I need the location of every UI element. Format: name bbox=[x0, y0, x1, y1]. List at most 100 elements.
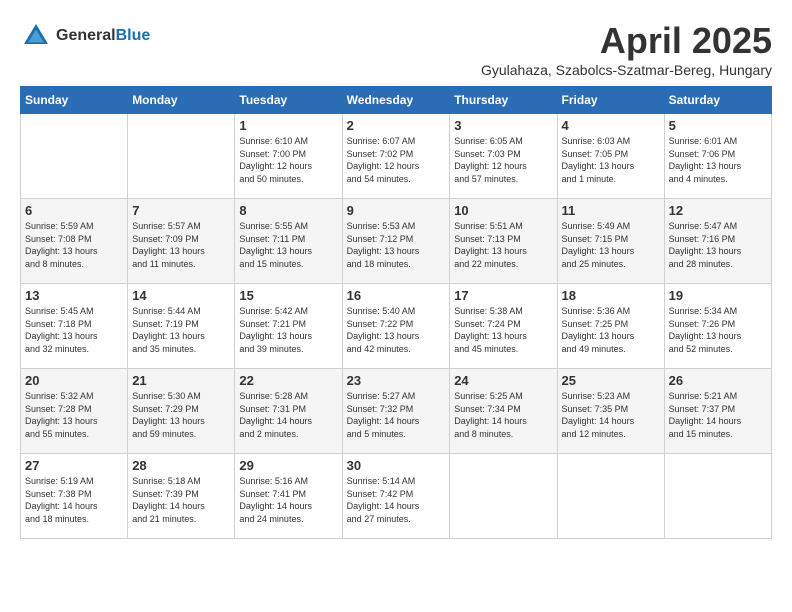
day-number: 1 bbox=[239, 118, 337, 133]
day-info: Sunrise: 5:42 AM Sunset: 7:21 PM Dayligh… bbox=[239, 305, 337, 355]
weekday-header-saturday: Saturday bbox=[664, 87, 771, 114]
day-number: 30 bbox=[347, 458, 446, 473]
day-info: Sunrise: 5:57 AM Sunset: 7:09 PM Dayligh… bbox=[132, 220, 230, 270]
day-number: 21 bbox=[132, 373, 230, 388]
week-row-3: 13 Sunrise: 5:45 AM Sunset: 7:18 PM Dayli… bbox=[21, 284, 772, 369]
day-info: Sunrise: 6:01 AM Sunset: 7:06 PM Dayligh… bbox=[669, 135, 767, 185]
day-info: Sunrise: 5:47 AM Sunset: 7:16 PM Dayligh… bbox=[669, 220, 767, 270]
day-info: Sunrise: 5:59 AM Sunset: 7:08 PM Dayligh… bbox=[25, 220, 123, 270]
day-info: Sunrise: 5:53 AM Sunset: 7:12 PM Dayligh… bbox=[347, 220, 446, 270]
calendar-cell: 12 Sunrise: 5:47 AM Sunset: 7:16 PM Dayli… bbox=[664, 199, 771, 284]
calendar-cell: 13 Sunrise: 5:45 AM Sunset: 7:18 PM Dayli… bbox=[21, 284, 128, 369]
day-info: Sunrise: 5:19 AM Sunset: 7:38 PM Dayligh… bbox=[25, 475, 123, 525]
day-info: Sunrise: 5:21 AM Sunset: 7:37 PM Dayligh… bbox=[669, 390, 767, 440]
calendar-cell: 20 Sunrise: 5:32 AM Sunset: 7:28 PM Dayli… bbox=[21, 369, 128, 454]
calendar-cell: 30Sunrise: 5:14 AM Sunset: 7:42 PM Dayli… bbox=[342, 454, 450, 539]
calendar-cell: 24 Sunrise: 5:25 AM Sunset: 7:34 PM Dayli… bbox=[450, 369, 557, 454]
logo: General Blue bbox=[20, 20, 150, 52]
day-info: Sunrise: 5:28 AM Sunset: 7:31 PM Dayligh… bbox=[239, 390, 337, 440]
day-info: Sunrise: 6:05 AM Sunset: 7:03 PM Dayligh… bbox=[454, 135, 552, 185]
week-row-1: 1Sunrise: 6:10 AM Sunset: 7:00 PM Daylig… bbox=[21, 114, 772, 199]
day-number: 4 bbox=[562, 118, 660, 133]
calendar-cell: 6Sunrise: 5:59 AM Sunset: 7:08 PM Daylig… bbox=[21, 199, 128, 284]
day-number: 2 bbox=[347, 118, 446, 133]
location-subtitle: Gyulahaza, Szabolcs-Szatmar-Bereg, Hunga… bbox=[481, 62, 772, 78]
week-row-5: 27 Sunrise: 5:19 AM Sunset: 7:38 PM Dayli… bbox=[21, 454, 772, 539]
day-info: Sunrise: 5:18 AM Sunset: 7:39 PM Dayligh… bbox=[132, 475, 230, 525]
day-info: Sunrise: 6:07 AM Sunset: 7:02 PM Dayligh… bbox=[347, 135, 446, 185]
day-number: 13 bbox=[25, 288, 123, 303]
calendar-cell: 10 Sunrise: 5:51 AM Sunset: 7:13 PM Dayli… bbox=[450, 199, 557, 284]
day-info: Sunrise: 5:55 AM Sunset: 7:11 PM Dayligh… bbox=[239, 220, 337, 270]
day-info: Sunrise: 5:44 AM Sunset: 7:19 PM Dayligh… bbox=[132, 305, 230, 355]
calendar-cell bbox=[21, 114, 128, 199]
weekday-header-row: SundayMondayTuesdayWednesdayThursdayFrid… bbox=[21, 87, 772, 114]
calendar-cell: 9Sunrise: 5:53 AM Sunset: 7:12 PM Daylig… bbox=[342, 199, 450, 284]
day-info: Sunrise: 5:40 AM Sunset: 7:22 PM Dayligh… bbox=[347, 305, 446, 355]
calendar-cell: 3 Sunrise: 6:05 AM Sunset: 7:03 PM Daylig… bbox=[450, 114, 557, 199]
day-number: 5 bbox=[669, 118, 767, 133]
calendar-cell: 22 Sunrise: 5:28 AM Sunset: 7:31 PM Dayli… bbox=[235, 369, 342, 454]
logo-general: General bbox=[56, 27, 116, 45]
day-number: 14 bbox=[132, 288, 230, 303]
calendar-cell: 2 Sunrise: 6:07 AM Sunset: 7:02 PM Daylig… bbox=[342, 114, 450, 199]
title-area: April 2025 Gyulahaza, Szabolcs-Szatmar-B… bbox=[481, 20, 772, 78]
day-info: Sunrise: 5:34 AM Sunset: 7:26 PM Dayligh… bbox=[669, 305, 767, 355]
day-info: Sunrise: 5:36 AM Sunset: 7:25 PM Dayligh… bbox=[562, 305, 660, 355]
calendar-cell: 7Sunrise: 5:57 AM Sunset: 7:09 PM Daylig… bbox=[128, 199, 235, 284]
calendar-cell: 28Sunrise: 5:18 AM Sunset: 7:39 PM Dayli… bbox=[128, 454, 235, 539]
day-number: 20 bbox=[25, 373, 123, 388]
day-info: Sunrise: 5:32 AM Sunset: 7:28 PM Dayligh… bbox=[25, 390, 123, 440]
calendar-table: SundayMondayTuesdayWednesdayThursdayFrid… bbox=[20, 86, 772, 539]
weekday-header-friday: Friday bbox=[557, 87, 664, 114]
day-info: Sunrise: 5:38 AM Sunset: 7:24 PM Dayligh… bbox=[454, 305, 552, 355]
day-info: Sunrise: 5:16 AM Sunset: 7:41 PM Dayligh… bbox=[239, 475, 337, 525]
day-number: 18 bbox=[562, 288, 660, 303]
day-info: Sunrise: 5:23 AM Sunset: 7:35 PM Dayligh… bbox=[562, 390, 660, 440]
day-number: 24 bbox=[454, 373, 552, 388]
day-number: 29 bbox=[239, 458, 337, 473]
calendar-cell: 27 Sunrise: 5:19 AM Sunset: 7:38 PM Dayli… bbox=[21, 454, 128, 539]
weekday-header-tuesday: Tuesday bbox=[235, 87, 342, 114]
calendar-cell: 8 Sunrise: 5:55 AM Sunset: 7:11 PM Daylig… bbox=[235, 199, 342, 284]
calendar-cell: 18 Sunrise: 5:36 AM Sunset: 7:25 PM Dayli… bbox=[557, 284, 664, 369]
week-row-2: 6Sunrise: 5:59 AM Sunset: 7:08 PM Daylig… bbox=[21, 199, 772, 284]
page-header: General Blue April 2025 Gyulahaza, Szabo… bbox=[20, 20, 772, 78]
day-number: 11 bbox=[562, 203, 660, 218]
calendar-cell bbox=[450, 454, 557, 539]
day-info: Sunrise: 5:45 AM Sunset: 7:18 PM Dayligh… bbox=[25, 305, 123, 355]
calendar-cell: 25 Sunrise: 5:23 AM Sunset: 7:35 PM Dayli… bbox=[557, 369, 664, 454]
day-number: 16 bbox=[347, 288, 446, 303]
day-info: Sunrise: 5:25 AM Sunset: 7:34 PM Dayligh… bbox=[454, 390, 552, 440]
calendar-cell bbox=[128, 114, 235, 199]
weekday-header-sunday: Sunday bbox=[21, 87, 128, 114]
day-number: 3 bbox=[454, 118, 552, 133]
calendar-cell: 15Sunrise: 5:42 AM Sunset: 7:21 PM Dayli… bbox=[235, 284, 342, 369]
logo-blue: Blue bbox=[116, 27, 151, 45]
day-number: 12 bbox=[669, 203, 767, 218]
day-number: 25 bbox=[562, 373, 660, 388]
calendar-cell bbox=[557, 454, 664, 539]
day-number: 19 bbox=[669, 288, 767, 303]
calendar-cell: 26 Sunrise: 5:21 AM Sunset: 7:37 PM Dayli… bbox=[664, 369, 771, 454]
day-info: Sunrise: 5:27 AM Sunset: 7:32 PM Dayligh… bbox=[347, 390, 446, 440]
month-year-title: April 2025 bbox=[481, 20, 772, 62]
week-row-4: 20 Sunrise: 5:32 AM Sunset: 7:28 PM Dayli… bbox=[21, 369, 772, 454]
day-info: Sunrise: 5:51 AM Sunset: 7:13 PM Dayligh… bbox=[454, 220, 552, 270]
logo-text: General Blue bbox=[56, 27, 150, 45]
calendar-cell: 11Sunrise: 5:49 AM Sunset: 7:15 PM Dayli… bbox=[557, 199, 664, 284]
calendar-cell: 14 Sunrise: 5:44 AM Sunset: 7:19 PM Dayli… bbox=[128, 284, 235, 369]
day-number: 17 bbox=[454, 288, 552, 303]
calendar-cell: 17 Sunrise: 5:38 AM Sunset: 7:24 PM Dayli… bbox=[450, 284, 557, 369]
logo-icon bbox=[20, 20, 52, 52]
weekday-header-thursday: Thursday bbox=[450, 87, 557, 114]
calendar-cell: 23Sunrise: 5:27 AM Sunset: 7:32 PM Dayli… bbox=[342, 369, 450, 454]
day-number: 8 bbox=[239, 203, 337, 218]
weekday-header-monday: Monday bbox=[128, 87, 235, 114]
calendar-cell: 29 Sunrise: 5:16 AM Sunset: 7:41 PM Dayli… bbox=[235, 454, 342, 539]
day-number: 22 bbox=[239, 373, 337, 388]
day-number: 26 bbox=[669, 373, 767, 388]
day-number: 10 bbox=[454, 203, 552, 218]
calendar-cell: 19 Sunrise: 5:34 AM Sunset: 7:26 PM Dayli… bbox=[664, 284, 771, 369]
day-number: 27 bbox=[25, 458, 123, 473]
